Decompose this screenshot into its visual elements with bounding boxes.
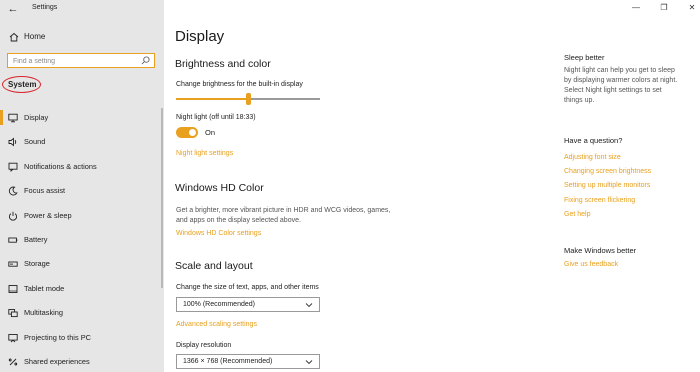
sidebar-item-projecting[interactable]: Projecting to this PC: [0, 326, 164, 350]
projecting-icon: [8, 333, 18, 342]
hdr-description: Get a brighter, more vibrant picture in …: [176, 207, 391, 224]
resolution-label: Display resolution: [176, 342, 232, 349]
brightness-slider[interactable]: [176, 93, 320, 105]
sleep-better-description: Night light can help you get to sleep by…: [564, 67, 678, 104]
search-box[interactable]: [7, 53, 155, 68]
sidebar-item-label: Storage: [24, 259, 50, 269]
main-content: — ❐ ✕ Display Brightness and color Chang…: [164, 0, 700, 372]
sidebar-item-label: Sound: [24, 137, 46, 147]
sidebar-item-label: Notifications & actions: [24, 161, 97, 171]
sidebar-scrollbar[interactable]: [161, 108, 163, 288]
search-icon[interactable]: [141, 56, 150, 65]
sleep-better-title: Sleep better: [564, 53, 605, 62]
minimize-icon[interactable]: —: [630, 3, 642, 12]
feedback-link[interactable]: Give us feedback: [564, 261, 618, 268]
get-help-link[interactable]: Get help: [564, 211, 590, 218]
sidebar-nav: Display Sound Notifications & actions Fo…: [0, 106, 164, 372]
help-link-monitors[interactable]: Setting up multiple monitors: [564, 182, 650, 189]
night-light-toggle[interactable]: [176, 127, 198, 138]
scale-dropdown[interactable]: 100% (Recommended): [176, 297, 320, 312]
sidebar: ← Settings Home System Display: [0, 0, 164, 372]
sidebar-item-label: Power & sleep: [24, 210, 72, 220]
section-header: System: [8, 80, 37, 89]
notification-icon: [8, 162, 18, 172]
home-label: Home: [24, 32, 46, 41]
sidebar-item-notifications[interactable]: Notifications & actions: [0, 155, 164, 179]
advanced-scaling-link[interactable]: Advanced scaling settings: [176, 321, 257, 328]
section-heading-brightness: Brightness and color: [175, 58, 271, 70]
sidebar-item-tablet-mode[interactable]: Tablet mode: [0, 277, 164, 301]
power-icon: [8, 211, 18, 221]
help-link-font-size[interactable]: Adjusting font size: [564, 154, 621, 161]
sidebar-item-label: Shared experiences: [24, 356, 90, 366]
toggle-knob: [189, 129, 196, 136]
multitasking-icon: [8, 309, 18, 318]
moon-icon: [8, 186, 18, 196]
sidebar-item-label: Focus assist: [24, 186, 66, 196]
brightness-label: Change brightness for the built-in displ…: [176, 81, 303, 88]
tablet-icon: [8, 284, 18, 293]
section-heading-scale: Scale and layout: [175, 260, 253, 272]
sidebar-item-label: Multitasking: [24, 308, 64, 318]
chevron-down-icon: [305, 360, 313, 365]
scale-value: 100% (Recommended): [183, 301, 255, 308]
slider-fill: [176, 98, 248, 100]
sidebar-item-focus-assist[interactable]: Focus assist: [0, 179, 164, 203]
page-title: Display: [175, 28, 225, 45]
sidebar-item-display[interactable]: Display: [0, 106, 164, 130]
night-light-label: Night light (off until 18:33): [176, 114, 256, 121]
sidebar-item-label: Display: [24, 113, 49, 122]
battery-icon: [8, 237, 18, 243]
help-link-flickering[interactable]: Fixing screen flickering: [564, 197, 635, 204]
monitor-icon: [8, 113, 18, 123]
active-indicator: [0, 110, 3, 125]
sidebar-item-label: Projecting to this PC: [24, 332, 91, 342]
resolution-dropdown[interactable]: 1366 × 768 (Recommended): [176, 354, 320, 369]
sidebar-item-label: Tablet mode: [24, 283, 65, 293]
chevron-down-icon: [305, 303, 313, 308]
sidebar-item-storage[interactable]: Storage: [0, 252, 164, 276]
question-title: Have a question?: [564, 136, 623, 145]
help-link-brightness[interactable]: Changing screen brightness: [564, 168, 651, 175]
home-icon: [9, 32, 19, 42]
sidebar-item-power-sleep[interactable]: Power & sleep: [0, 204, 164, 228]
search-input[interactable]: [13, 56, 133, 66]
section-heading-hdr: Windows HD Color: [175, 182, 264, 194]
sidebar-item-battery[interactable]: Battery: [0, 228, 164, 252]
sidebar-item-shared-experiences[interactable]: Shared experiences: [0, 350, 164, 372]
sidebar-item-sound[interactable]: Sound: [0, 130, 164, 154]
speaker-icon: [8, 137, 17, 147]
hdr-settings-link[interactable]: Windows HD Color settings: [176, 230, 261, 237]
sidebar-item-label: Battery: [24, 234, 48, 244]
storage-icon: [8, 261, 18, 267]
sidebar-item-multitasking[interactable]: Multitasking: [0, 301, 164, 325]
back-arrow-icon[interactable]: ←: [6, 3, 20, 15]
slider-thumb[interactable]: [246, 93, 251, 105]
scale-label: Change the size of text, apps, and other…: [176, 284, 319, 291]
title-bar: ← Settings: [0, 0, 164, 18]
maximize-icon[interactable]: ❐: [658, 3, 670, 12]
close-icon[interactable]: ✕: [686, 3, 698, 12]
night-light-settings-link[interactable]: Night light settings: [176, 150, 233, 157]
toggle-state: On: [205, 128, 216, 137]
shared-icon: [8, 358, 18, 366]
sidebar-item-home[interactable]: Home: [0, 29, 164, 45]
make-windows-better-title: Make Windows better: [564, 246, 637, 255]
resolution-value: 1366 × 768 (Recommended): [183, 358, 273, 365]
app-title: Settings: [32, 4, 58, 11]
